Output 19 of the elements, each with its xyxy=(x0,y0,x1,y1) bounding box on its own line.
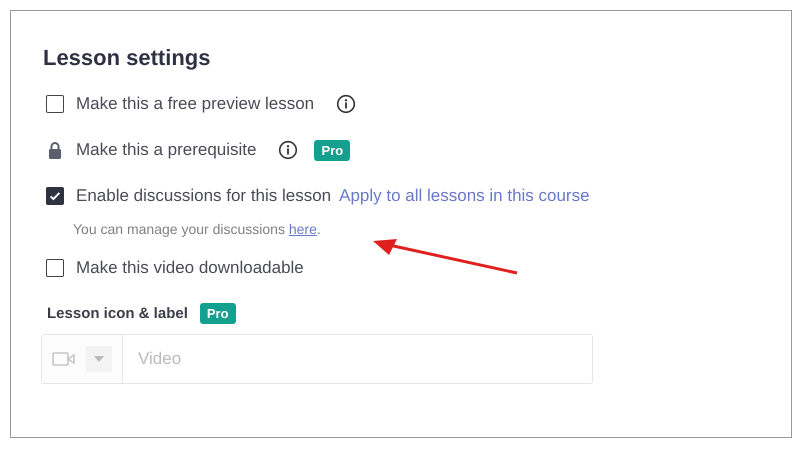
field-label: Lesson icon & label xyxy=(47,305,188,322)
option-label: Make this video downloadable xyxy=(76,258,304,278)
info-icon[interactable] xyxy=(336,94,356,114)
caret-icon xyxy=(94,356,104,362)
info-icon[interactable] xyxy=(278,140,298,160)
checkbox[interactable] xyxy=(46,259,64,277)
help-text: You can manage your discussions here. xyxy=(73,221,322,237)
here-link[interactable]: here xyxy=(288,221,317,237)
section-title: Lesson settings xyxy=(43,45,212,71)
apply-all-link[interactable]: Apply to all lessons in this course xyxy=(339,186,590,206)
video-camera-icon xyxy=(52,352,76,366)
checkbox[interactable] xyxy=(46,95,64,113)
option-label: Make this a free preview lesson xyxy=(76,94,314,114)
option-label: Make this a prerequisite xyxy=(76,140,256,160)
pro-badge: Pro xyxy=(314,140,350,160)
pro-badge: Pro xyxy=(200,303,236,324)
option-label: Enable discussions for this lesson xyxy=(76,186,332,206)
checkbox[interactable] xyxy=(46,187,64,205)
lock-icon xyxy=(48,141,62,159)
